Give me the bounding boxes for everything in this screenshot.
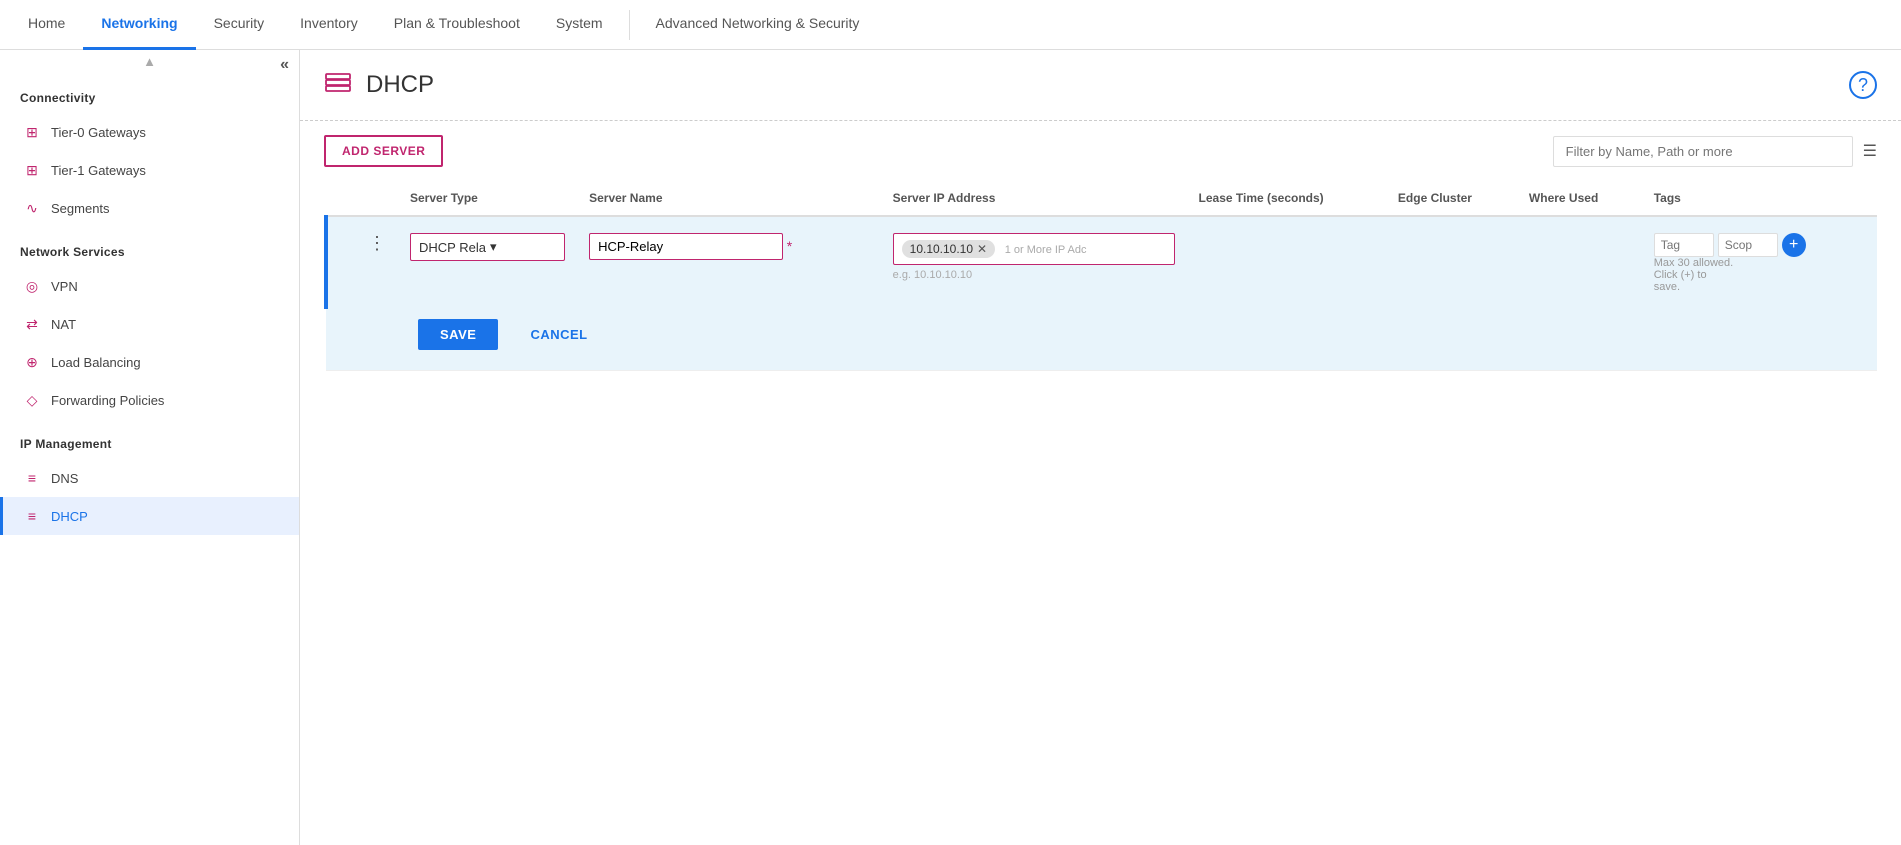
sidebar-item-label: VPN: [51, 279, 78, 294]
save-button[interactable]: SAVE: [418, 319, 498, 350]
lease-time-cell: [1187, 216, 1386, 309]
sidebar-item-label: Load Balancing: [51, 355, 141, 370]
nav-divider: [629, 10, 630, 40]
sidebar-item-label: Tier-1 Gateways: [51, 163, 146, 178]
sidebar-item-vpn[interactable]: VPN: [0, 267, 299, 305]
sidebar-item-label: Segments: [51, 201, 110, 216]
server-type-cell: DHCP Rela ▾: [398, 216, 577, 309]
server-ip-cell: 10.10.10.10 ✕ 1 or More IP Adc e.g. 10.1…: [881, 216, 1187, 309]
sidebar-item-label: Tier-0 Gateways: [51, 125, 146, 140]
server-type-value: DHCP Rela: [419, 240, 486, 255]
toolbar: ADD SERVER ☰: [300, 121, 1901, 181]
sidebar-item-label: DNS: [51, 471, 78, 486]
table-container: Server Type Server Name Server IP Addres…: [300, 181, 1901, 845]
network-services-section-title: Network Services: [0, 227, 299, 267]
chevron-down-icon: ▾: [490, 239, 497, 255]
sidebar-item-dns[interactable]: DNS: [0, 459, 299, 497]
server-type-select[interactable]: DHCP Rela ▾: [410, 233, 565, 261]
sidebar: « ▲ Connectivity Tier-0 Gateways Tier-1 …: [0, 50, 300, 845]
tag-scope-container: +: [1654, 233, 1865, 257]
nav-item-advanced[interactable]: Advanced Networking & Security: [638, 0, 878, 50]
toolbar-right: ☰: [1553, 136, 1877, 167]
main-layout: « ▲ Connectivity Tier-0 Gateways Tier-1 …: [0, 50, 1901, 845]
sidebar-item-load-balancing[interactable]: Load Balancing: [0, 343, 299, 381]
col-checkbox: [326, 181, 356, 216]
ip-example: e.g. 10.10.10.10: [893, 269, 1175, 281]
col-menu: [356, 181, 398, 216]
page-title: DHCP: [366, 71, 434, 99]
sidebar-item-label: DHCP: [51, 509, 88, 524]
nav-item-system[interactable]: System: [538, 0, 621, 50]
sidebar-item-forwarding-policies[interactable]: Forwarding Policies: [0, 381, 299, 419]
ip-tag-value: 10.10.10.10: [910, 242, 973, 256]
add-server-button[interactable]: ADD SERVER: [324, 135, 443, 167]
table-row-actions: SAVE CANCEL: [326, 309, 1877, 371]
sidebar-collapse-button[interactable]: «: [280, 56, 289, 74]
cancel-button[interactable]: CANCEL: [514, 319, 603, 350]
top-navigation: Home Networking Security Inventory Plan …: [0, 0, 1901, 50]
nav-item-inventory[interactable]: Inventory: [282, 0, 376, 50]
row-indicator: [326, 216, 356, 309]
col-edge-cluster: Edge Cluster: [1386, 181, 1517, 216]
filter-input[interactable]: [1553, 136, 1853, 167]
tier1-icon: [23, 161, 41, 179]
page-header: DHCP ?: [300, 50, 1901, 121]
connectivity-section-title: Connectivity: [0, 73, 299, 113]
tag-input[interactable]: [1654, 233, 1714, 257]
nav-item-plan-troubleshoot[interactable]: Plan & Troubleshoot: [376, 0, 538, 50]
table-row-edit: ⋮ DHCP Rela ▾ *: [326, 216, 1877, 309]
nav-item-networking[interactable]: Networking: [83, 0, 195, 50]
sidebar-item-dhcp[interactable]: DHCP: [0, 497, 299, 535]
forward-icon: [23, 391, 41, 409]
row-menu-button[interactable]: ⋮: [368, 233, 386, 254]
toolbar-left: ADD SERVER: [324, 135, 443, 167]
ip-tag: 10.10.10.10 ✕: [902, 240, 995, 258]
required-indicator: *: [787, 238, 792, 254]
help-button[interactable]: ?: [1849, 71, 1877, 99]
table-header-row: Server Type Server Name Server IP Addres…: [326, 181, 1877, 216]
actions-cell: SAVE CANCEL: [326, 309, 1877, 371]
sidebar-item-segments[interactable]: Segments: [0, 189, 299, 227]
nav-item-security[interactable]: Security: [196, 0, 283, 50]
tier0-icon: [23, 123, 41, 141]
dhcp-page-icon: [324, 68, 352, 102]
main-content: DHCP ? ADD SERVER ☰ Server Type: [300, 50, 1901, 845]
col-server-ip: Server IP Address: [881, 181, 1187, 216]
edge-cluster-cell: [1386, 216, 1517, 309]
dns-icon: [23, 469, 41, 487]
sidebar-item-tier1[interactable]: Tier-1 Gateways: [0, 151, 299, 189]
nat-icon: [23, 315, 41, 333]
ip-management-section-title: IP Management: [0, 419, 299, 459]
where-used-cell: [1517, 216, 1642, 309]
row-menu-cell: ⋮: [356, 216, 398, 309]
server-name-input[interactable]: [589, 233, 783, 260]
col-where-used: Where Used: [1517, 181, 1642, 216]
col-lease-time: Lease Time (seconds): [1187, 181, 1386, 216]
vpn-icon: [23, 277, 41, 295]
tags-cell: + Max 30 allowed. Click (+) to save.: [1642, 216, 1877, 309]
sidebar-item-label: NAT: [51, 317, 76, 332]
sidebar-scroll-up[interactable]: ▲: [0, 50, 299, 73]
ip-tag-close-button[interactable]: ✕: [977, 242, 987, 256]
dhcp-table: Server Type Server Name Server IP Addres…: [324, 181, 1877, 371]
col-server-name: Server Name: [577, 181, 881, 216]
nav-item-home[interactable]: Home: [10, 0, 83, 50]
ip-field[interactable]: 10.10.10.10 ✕ 1 or More IP Adc: [893, 233, 1175, 265]
sidebar-item-label: Forwarding Policies: [51, 393, 164, 408]
dhcp-icon: [23, 507, 41, 525]
tag-max-note: Max 30 allowed. Click (+) to save.: [1654, 257, 1734, 293]
scope-input[interactable]: [1718, 233, 1778, 257]
ip-placeholder: 1 or More IP Adc: [1001, 242, 1091, 258]
col-tags: Tags: [1642, 181, 1877, 216]
segment-icon: [23, 199, 41, 217]
lb-icon: [23, 353, 41, 371]
col-server-type: Server Type: [398, 181, 577, 216]
filter-icon[interactable]: ☰: [1863, 141, 1877, 161]
page-header-left: DHCP: [324, 68, 434, 102]
add-tag-button[interactable]: +: [1782, 233, 1806, 257]
sidebar-item-nat[interactable]: NAT: [0, 305, 299, 343]
sidebar-item-tier0[interactable]: Tier-0 Gateways: [0, 113, 299, 151]
server-name-cell: *: [577, 216, 881, 309]
